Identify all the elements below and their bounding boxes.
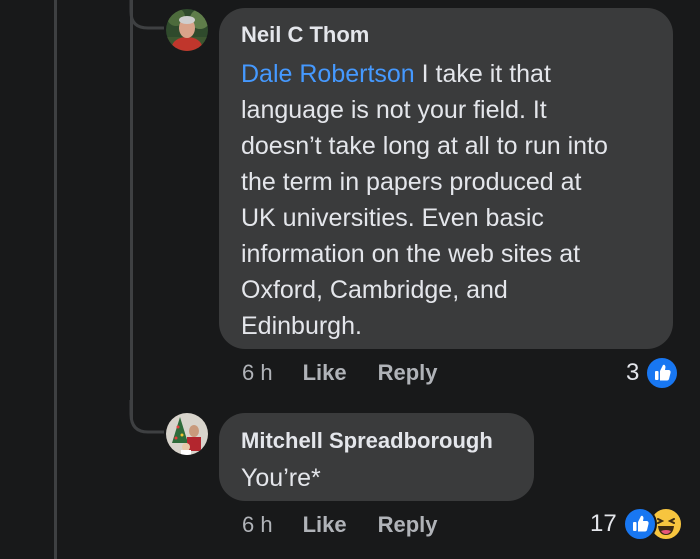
comment-actions: 6 h Like Reply <box>242 359 438 387</box>
thread-connector-curve-2 <box>129 400 164 434</box>
comment-author-name[interactable]: Mitchell Spreadborough <box>241 428 514 454</box>
comment-text: You’re* <box>241 464 321 492</box>
comment-author-name[interactable]: Neil C Thom <box>241 22 653 48</box>
comment-line: the term in papers produced at <box>241 168 582 196</box>
comment-line: doesn’t take long at all to run into <box>241 132 608 160</box>
avatar-mitchell-spreadborough[interactable] <box>166 413 208 455</box>
like-icon <box>622 507 657 541</box>
comment-line: I take it that <box>414 60 551 88</box>
comment-text: Dale Robertson I take it that language i… <box>241 56 653 344</box>
reaction-count: 3 <box>626 359 640 386</box>
comment-bubble-neil: Neil C Thom Dale Robertson I take it tha… <box>219 8 673 349</box>
like-icon <box>645 356 680 390</box>
reaction-count: 17 <box>590 510 617 537</box>
avatar-neil-c-thom[interactable] <box>166 9 208 51</box>
mention-link[interactable]: Dale Robertson <box>241 60 415 88</box>
comment-thread: Neil C Thom Dale Robertson I take it tha… <box>0 0 700 559</box>
reaction-summary[interactable]: 3 <box>626 356 680 390</box>
comment-line: UK universities. Even basic <box>241 204 544 232</box>
thread-connector-curve-1 <box>129 0 164 30</box>
comment-line: language is not your field. It <box>241 96 547 124</box>
like-button[interactable]: Like <box>303 360 347 386</box>
comment-actions: 6 h Like Reply <box>242 511 438 539</box>
reply-button[interactable]: Reply <box>378 360 438 386</box>
thread-line-outer <box>54 0 57 559</box>
comment-line: information on the web sites at <box>241 240 581 268</box>
reaction-summary[interactable]: 17 <box>590 507 683 541</box>
like-button[interactable]: Like <box>303 512 347 538</box>
comment-timestamp[interactable]: 6 h <box>242 512 273 538</box>
reply-button[interactable]: Reply <box>378 512 438 538</box>
comment-timestamp[interactable]: 6 h <box>242 360 273 386</box>
comment-line: Edinburgh. <box>241 312 362 340</box>
comment-line: Oxford, Cambridge, and <box>241 276 508 304</box>
comment-bubble-mitchell: Mitchell Spreadborough You’re* <box>219 413 534 501</box>
thread-line-inner <box>130 0 133 420</box>
